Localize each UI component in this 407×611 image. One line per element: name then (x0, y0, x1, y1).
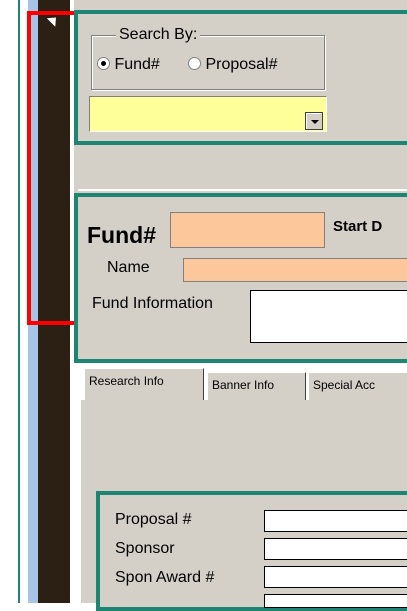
name-label: Name (107, 259, 150, 276)
spon-award-label: Spon Award # (115, 569, 215, 586)
tab-special-acc[interactable]: Special Acc (308, 372, 407, 400)
radio-fund-indicator[interactable] (97, 57, 110, 70)
selection-highlight (27, 11, 78, 325)
next-field-partial[interactable] (264, 594, 407, 608)
proposal-number-field[interactable] (264, 510, 407, 532)
radio-proposal-indicator[interactable] (188, 57, 201, 70)
radio-fund-label: Fund# (114, 56, 160, 73)
tab-banner-info[interactable]: Banner Info (207, 372, 306, 400)
sponsor-label: Sponsor (115, 540, 175, 557)
proposal-number-label: Proposal # (115, 511, 192, 528)
radio-proposal-label: Proposal# (205, 56, 278, 73)
search-by-label: Search By: (116, 26, 201, 44)
radio-proposal[interactable]: Proposal# (188, 56, 278, 74)
fund-information-label: Fund Information (92, 295, 213, 312)
name-field[interactable] (183, 258, 407, 282)
left-edge-line (18, 0, 20, 603)
dropdown-button[interactable] (305, 112, 323, 130)
radio-fund[interactable]: Fund# (97, 56, 160, 74)
header-separator (78, 189, 407, 191)
sponsor-field[interactable] (264, 538, 407, 560)
fund-label: Fund# (87, 222, 156, 248)
spon-award-field[interactable] (264, 566, 407, 588)
chevron-down-icon (311, 120, 319, 124)
tab-research-info[interactable]: Research Info (84, 368, 204, 400)
search-dropdown[interactable] (89, 96, 327, 132)
start-date-label: Start D (333, 218, 383, 235)
fund-number-field[interactable] (170, 212, 325, 248)
fund-information-field[interactable] (250, 290, 407, 343)
